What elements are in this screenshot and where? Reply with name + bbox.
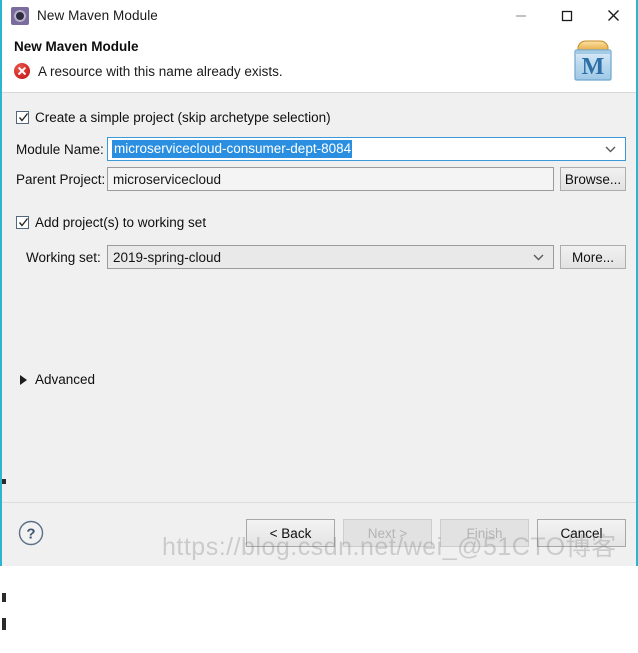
next-button: Next > — [343, 519, 432, 547]
simple-project-label: Create a simple project (skip archetype … — [35, 110, 331, 125]
window-title: New Maven Module — [37, 8, 158, 23]
working-set-checkbox-row[interactable]: Add project(s) to working set — [16, 215, 206, 230]
close-icon[interactable] — [590, 0, 636, 31]
parent-project-input[interactable]: microservicecloud — [107, 167, 554, 191]
cancel-button[interactable]: Cancel — [537, 519, 626, 547]
advanced-section-toggle[interactable]: Advanced — [18, 372, 95, 387]
back-button[interactable]: < Back — [246, 519, 335, 547]
title-bar: New Maven Module — [2, 0, 636, 31]
dialog-footer: ? < Back Next > Finish Cancel — [2, 502, 636, 564]
svg-text:?: ? — [26, 526, 35, 543]
maven-module-icon — [11, 6, 29, 25]
module-name-row: Module Name: microservicecloud-consumer-… — [16, 137, 626, 161]
parent-project-row: Parent Project: microservicecloud Browse… — [16, 167, 626, 191]
new-maven-module-dialog: New Maven Module New Maven Module A reso… — [0, 0, 638, 630]
working-set-value: 2019-spring-cloud — [113, 249, 222, 265]
minimize-icon[interactable] — [498, 0, 544, 31]
maven-logo: M — [574, 40, 612, 81]
simple-project-checkbox[interactable] — [16, 111, 29, 124]
parent-project-label: Parent Project: — [16, 171, 106, 187]
chevron-down-icon[interactable] — [533, 246, 544, 268]
dialog-body: Create a simple project (skip archetype … — [2, 93, 636, 630]
validation-message: A resource with this name already exists… — [38, 63, 283, 79]
check-icon — [18, 113, 29, 122]
window-controls — [498, 0, 636, 31]
advanced-label: Advanced — [35, 372, 96, 387]
module-name-label: Module Name: — [16, 141, 104, 157]
simple-project-checkbox-row[interactable]: Create a simple project (skip archetype … — [16, 110, 331, 125]
working-set-label: Working set: — [26, 249, 101, 265]
svg-text:M: M — [582, 54, 605, 80]
module-name-value: microservicecloud-consumer-dept-8084 — [112, 140, 353, 158]
maximize-icon[interactable] — [544, 0, 590, 31]
error-icon — [14, 63, 30, 79]
add-to-working-set-checkbox[interactable] — [16, 216, 29, 229]
validation-message-row: A resource with this name already exists… — [14, 63, 283, 79]
add-to-working-set-label: Add project(s) to working set — [35, 215, 207, 230]
dialog-button-bar: < Back Next > Finish Cancel — [238, 519, 626, 547]
triangle-right-icon[interactable] — [18, 374, 30, 386]
help-icon[interactable]: ? — [18, 520, 44, 546]
chevron-down-icon[interactable] — [605, 138, 616, 160]
finish-button: Finish — [440, 519, 529, 547]
dialog-header: New Maven Module A resource with this na… — [2, 31, 636, 93]
working-set-row: Working set: 2019-spring-cloud More... — [26, 245, 626, 269]
module-name-input[interactable]: microservicecloud-consumer-dept-8084 — [107, 137, 626, 161]
page-title: New Maven Module — [14, 39, 139, 54]
more-button[interactable]: More... — [560, 245, 626, 269]
browse-button[interactable]: Browse... — [560, 167, 626, 191]
check-icon — [18, 218, 29, 227]
working-set-select[interactable]: 2019-spring-cloud — [107, 245, 554, 269]
